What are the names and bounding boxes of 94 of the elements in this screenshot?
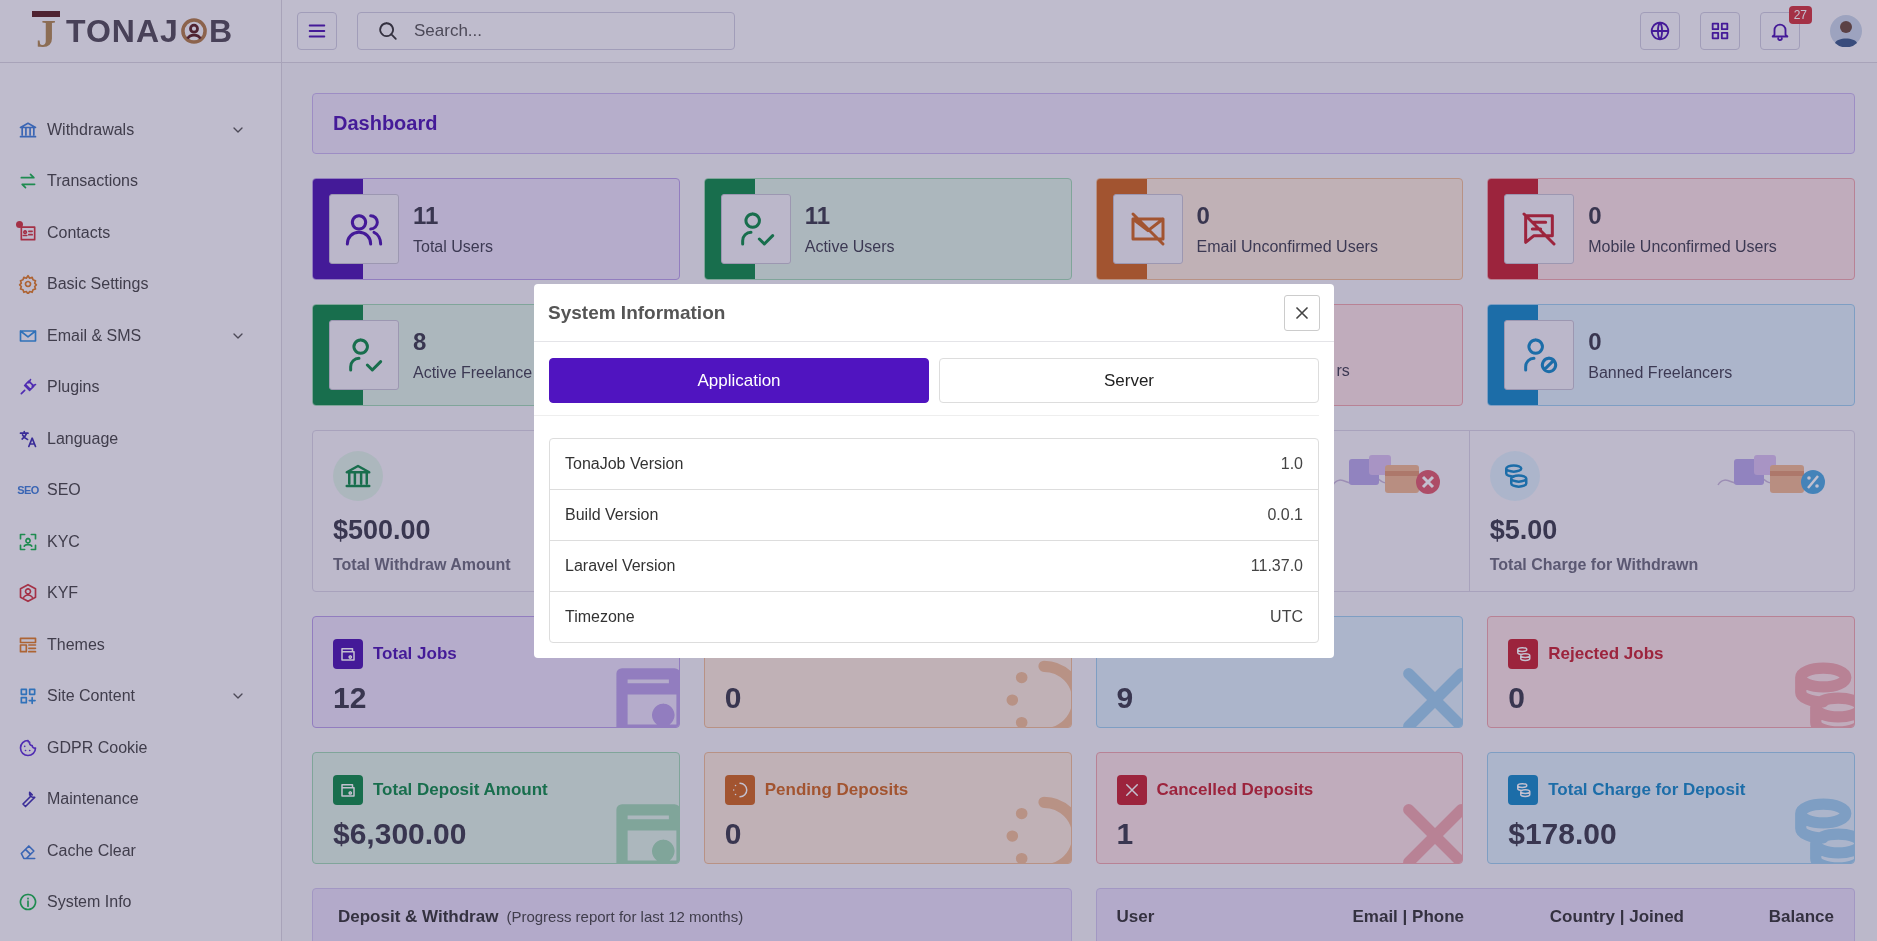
column-header: User bbox=[1116, 907, 1156, 927]
avatar[interactable] bbox=[1830, 15, 1862, 47]
page-title: Dashboard bbox=[333, 112, 438, 135]
card-title: Total Deposit Amount bbox=[373, 780, 548, 800]
sidebar-item[interactable]: Transactions bbox=[0, 155, 281, 207]
menu-item-icon bbox=[18, 274, 38, 295]
sidebar-item[interactable]: Contacts bbox=[0, 207, 281, 259]
menu-item-icon bbox=[18, 737, 38, 758]
stat-label: Total Withdraw Amount bbox=[333, 556, 511, 574]
sidebar-item[interactable]: KYC bbox=[0, 516, 281, 568]
tab[interactable]: Server bbox=[939, 358, 1319, 403]
stat-value: $178.00 bbox=[1508, 817, 1618, 851]
info-label: TonaJob Version bbox=[565, 455, 684, 473]
language-button[interactable] bbox=[1640, 12, 1680, 50]
menu-item-icon bbox=[18, 171, 38, 192]
stat-value: 1 bbox=[1116, 817, 1135, 851]
card-title: Total Jobs bbox=[373, 644, 457, 664]
panel-title: Deposit & Withdraw bbox=[338, 907, 499, 927]
stat-value: 0 bbox=[724, 681, 743, 715]
menu-item-icon bbox=[18, 377, 38, 398]
stat-label: Total Users bbox=[413, 238, 494, 256]
card-title: Rejected Jobs bbox=[1548, 644, 1664, 664]
stat-value: $500.00 bbox=[333, 515, 431, 546]
sidebar-item[interactable]: SEO SEO bbox=[0, 464, 281, 516]
tab[interactable]: Application bbox=[549, 358, 929, 403]
search-field[interactable]: Search... bbox=[357, 12, 735, 50]
info-value: UTC bbox=[1270, 608, 1303, 626]
stat-label: Email Unconfirmed Users bbox=[1196, 238, 1378, 256]
modal-title: System Information bbox=[548, 301, 726, 324]
grid-icon bbox=[1709, 20, 1731, 42]
card-title: Cancelled Deposits bbox=[1156, 780, 1314, 800]
sidebar-item[interactable]: Basic Settings bbox=[0, 258, 281, 310]
logo-text: B bbox=[208, 12, 233, 50]
notification-count: 27 bbox=[1788, 6, 1812, 24]
stat-value: 0 bbox=[724, 817, 743, 851]
logo-text: TONAJ bbox=[66, 12, 179, 50]
sidebar-item[interactable]: Themes bbox=[0, 619, 281, 671]
logo-mark: J bbox=[32, 11, 60, 51]
stat-value: 0 bbox=[1508, 681, 1526, 715]
stat-value: 0 bbox=[1196, 202, 1211, 230]
coins-icon bbox=[1514, 645, 1533, 663]
stat-value: 0 bbox=[1588, 202, 1603, 230]
column-header: Balance bbox=[1767, 907, 1834, 927]
menu-item-icon bbox=[18, 686, 38, 707]
stat-value: 9 bbox=[1116, 681, 1135, 715]
menu-item-icon bbox=[18, 892, 38, 913]
stat-label: rs bbox=[1336, 362, 1350, 380]
info-label: Build Version bbox=[565, 506, 659, 524]
stat-value: $5.00 bbox=[1489, 515, 1558, 546]
stat-value: 11 bbox=[413, 202, 440, 230]
panel-subtitle: (Progress report for last 12 months) bbox=[506, 908, 744, 925]
sidebar-item[interactable]: Site Content bbox=[0, 670, 281, 722]
info-label: Timezone bbox=[565, 608, 635, 626]
search-icon bbox=[377, 20, 399, 42]
person-circle-icon bbox=[179, 17, 208, 45]
wallet-icon bbox=[339, 645, 357, 663]
sidebar-item[interactable]: KYF bbox=[0, 567, 281, 619]
sidebar-item[interactable]: Plugins bbox=[0, 361, 281, 413]
card-title: Total Charge for Deposit bbox=[1548, 780, 1746, 800]
card-title: Pending Deposits bbox=[764, 780, 909, 800]
sidebar-item[interactable]: Email & SMS bbox=[0, 310, 281, 362]
seo-icon: SEO bbox=[17, 484, 39, 497]
column-header: Email | Phone bbox=[1351, 907, 1464, 927]
stat-label: Active Freelance bbox=[413, 364, 533, 382]
stat-value: 11 bbox=[804, 202, 832, 230]
stat-value: 8 bbox=[413, 328, 428, 356]
info-value: 1.0 bbox=[1280, 455, 1303, 473]
stat-value: $6,300.00 bbox=[333, 817, 468, 851]
stat-label: Total Charge for Withdrawn bbox=[1489, 556, 1699, 574]
sidebar-item[interactable]: Language bbox=[0, 413, 281, 465]
sidebar-item[interactable]: Maintenance bbox=[0, 773, 281, 825]
stat-label: Mobile Unconfirmed Users bbox=[1588, 238, 1777, 256]
sidebar-item[interactable]: Cache Clear bbox=[0, 825, 281, 877]
sidebar-item[interactable]: System Info bbox=[0, 876, 281, 928]
sidebar-item[interactable]: Withdrawals bbox=[0, 104, 281, 156]
spinner-icon bbox=[730, 781, 749, 799]
info-value: 0.0.1 bbox=[1267, 506, 1303, 524]
stat-value: 12 bbox=[333, 681, 368, 715]
info-value: 11.37.0 bbox=[1250, 557, 1303, 575]
sidebar-item[interactable]: GDPR Cookie bbox=[0, 722, 281, 774]
column-header: Country | Joined bbox=[1548, 907, 1684, 927]
coins-icon bbox=[1514, 781, 1533, 799]
stat-value: 0 bbox=[1588, 328, 1603, 356]
apps-button[interactable] bbox=[1700, 12, 1740, 50]
menu-button[interactable] bbox=[297, 12, 337, 50]
wallet-icon bbox=[339, 781, 357, 799]
close-button[interactable] bbox=[1284, 294, 1320, 331]
menu-item-icon bbox=[18, 428, 38, 449]
stat-label: Active Users bbox=[804, 238, 895, 256]
info-label: Laravel Version bbox=[565, 557, 676, 575]
menu-item-icon bbox=[18, 531, 38, 552]
globe-icon bbox=[1649, 20, 1671, 42]
stat-label: Banned Freelancers bbox=[1588, 364, 1733, 382]
menu-item-icon bbox=[18, 583, 38, 604]
